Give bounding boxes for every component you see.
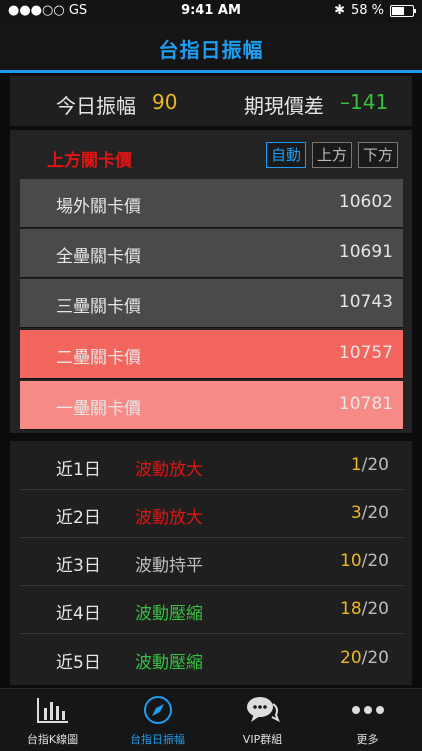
range-label: 今日振幅: [56, 94, 136, 118]
tab-label: 台指日振幅: [130, 733, 185, 746]
range-value: 90: [152, 90, 178, 114]
volatility-row: 近2日 波動放大 3/20: [20, 489, 403, 538]
volatility-state: 波動壓縮: [135, 653, 203, 673]
rank-count: 20/20: [340, 648, 389, 668]
volatility-row: 近5日 波動壓縮 20/20: [20, 634, 403, 682]
battery-percent: 58 %: [350, 3, 384, 18]
volatility-row: 近4日 波動壓縮 18/20: [20, 585, 403, 634]
level-row[interactable]: 全壘關卡價 10691: [20, 229, 403, 278]
chat-icon: [210, 695, 315, 725]
level-name: 二壘關卡價: [56, 348, 141, 368]
tab-label: 更多: [356, 733, 379, 746]
summary-panel: 今日振幅 90 期現價差 –141: [10, 76, 412, 126]
tab-more[interactable]: 更多: [315, 689, 420, 751]
rank-total: /20: [361, 503, 389, 523]
rank-count: 10/20: [340, 551, 389, 571]
spread-value: –141: [340, 90, 389, 114]
level-name: 場外關卡價: [56, 197, 141, 217]
volatility-row: 近1日 波動放大 1/20: [20, 441, 403, 490]
period-label: 近5日: [56, 653, 101, 673]
compass-icon: [105, 695, 210, 725]
rank-total: /20: [361, 455, 389, 475]
tab-kline[interactable]: 台指K線圖: [0, 689, 105, 751]
tab-label: VIP群組: [242, 733, 283, 746]
page-title: 台指日振幅: [158, 38, 264, 62]
period-label: 近4日: [56, 604, 101, 624]
level-row[interactable]: 三壘關卡價 10743: [20, 279, 403, 328]
rank-value: 20: [340, 648, 362, 668]
period-label: 近2日: [56, 508, 101, 528]
period-label: 近3日: [56, 556, 101, 576]
tab-daily-range[interactable]: 台指日振幅: [105, 689, 210, 751]
level-value: 10781: [338, 394, 393, 414]
more-icon: [315, 695, 420, 725]
rank-count: 18/20: [340, 599, 389, 619]
volatility-row: 近3日 波動持平 10/20: [20, 537, 403, 586]
level-row[interactable]: 二壘關卡價 10757: [20, 330, 403, 379]
mode-lower-button[interactable]: 下方: [358, 142, 399, 168]
level-value: 10743: [338, 292, 393, 312]
tab-label: 台指K線圖: [26, 733, 79, 746]
volatility-state: 波動壓縮: [135, 604, 203, 624]
bluetooth-icon: ✱: [334, 3, 345, 18]
mode-auto-button[interactable]: 自動: [266, 142, 307, 168]
nav-divider: [0, 70, 422, 73]
rank-total: /20: [361, 648, 389, 668]
rank-value: 10: [340, 551, 362, 571]
level-name: 一壘關卡價: [56, 399, 141, 419]
rank-value: 1: [350, 455, 362, 475]
rank-total: /20: [361, 551, 389, 571]
period-label: 近1日: [56, 460, 101, 480]
rank-value: 18: [340, 599, 362, 619]
battery-icon: [390, 4, 416, 17]
level-value: 10757: [338, 343, 393, 363]
level-name: 全壘關卡價: [56, 247, 141, 267]
volatility-state: 波動放大: [135, 508, 203, 528]
volatility-state: 波動放大: [135, 460, 203, 480]
level-row[interactable]: 一壘關卡價 10781: [20, 381, 403, 430]
bar-chart-icon: [0, 695, 105, 725]
level-value: 10602: [338, 192, 393, 212]
status-right: ✱ 58 %: [334, 3, 416, 18]
tab-bar: 台指K線圖 台指日振幅 VIP群組 更多: [0, 688, 422, 751]
rank-value: 3: [350, 503, 362, 523]
level-value: 10691: [338, 242, 393, 262]
volatility-state: 波動持平: [135, 556, 203, 576]
spread-label: 期現價差: [244, 94, 324, 118]
status-bar: ●●●○○ GS 9:41 AM ✱ 58 %: [0, 0, 422, 22]
nav-bar: 台指日振幅: [0, 22, 422, 70]
mode-upper-button[interactable]: 上方: [312, 142, 353, 168]
rank-count: 1/20: [351, 455, 389, 475]
rank-count: 3/20: [351, 503, 389, 523]
tab-vip[interactable]: VIP群組: [210, 689, 315, 751]
level-row[interactable]: 場外關卡價 10602: [20, 179, 403, 228]
level-name: 三壘關卡價: [56, 297, 141, 317]
rank-total: /20: [361, 599, 389, 619]
levels-title: 上方關卡價: [47, 151, 132, 171]
